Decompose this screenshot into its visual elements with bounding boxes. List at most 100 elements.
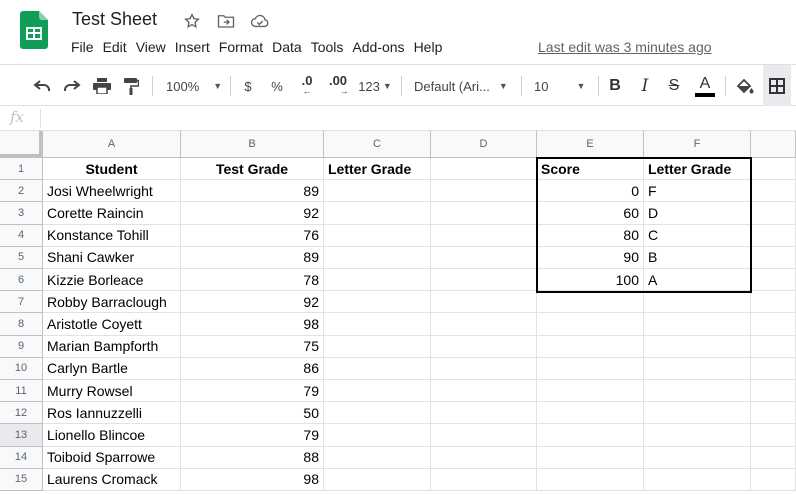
row-header-5[interactable]: 5	[0, 246, 43, 269]
cell-e13[interactable]	[537, 424, 644, 447]
cloud-status-icon[interactable]	[249, 11, 271, 31]
cell-e2[interactable]: 0	[537, 180, 644, 203]
menu-file[interactable]: File	[70, 39, 100, 55]
cell-b8[interactable]: 98	[181, 313, 324, 336]
cell-d7[interactable]	[431, 291, 537, 314]
cell-e4[interactable]: 80	[537, 224, 644, 247]
cell-c8[interactable]	[324, 313, 431, 336]
cell-d6[interactable]	[431, 269, 537, 292]
column-header-e[interactable]: E	[537, 131, 644, 158]
percent-format-button[interactable]: %	[267, 65, 287, 107]
menu-help[interactable]: Help	[413, 39, 449, 55]
currency-format-button[interactable]: $	[238, 65, 258, 107]
cell-d11[interactable]	[431, 380, 537, 403]
cell-a4[interactable]: Konstance Tohill	[43, 224, 181, 247]
cell-c12[interactable]	[324, 402, 431, 425]
menu-format[interactable]: Format	[218, 39, 269, 55]
row-header-9[interactable]: 9	[0, 335, 43, 358]
cell-e5[interactable]: 90	[537, 246, 644, 269]
menu-data[interactable]: Data	[271, 39, 308, 55]
menu-insert[interactable]: Insert	[174, 39, 216, 55]
row-header-15[interactable]: 15	[0, 468, 43, 491]
cell-b12[interactable]: 50	[181, 402, 324, 425]
cell-f10[interactable]	[644, 357, 751, 380]
cell-c7[interactable]	[324, 291, 431, 314]
row-header-11[interactable]: 11	[0, 380, 43, 403]
print-icon[interactable]	[90, 65, 114, 107]
italic-button[interactable]: I	[634, 65, 656, 107]
cell-e9[interactable]	[537, 335, 644, 358]
undo-icon[interactable]	[30, 65, 54, 107]
cell-c4[interactable]	[324, 224, 431, 247]
cell-b13[interactable]: 79	[181, 424, 324, 447]
cell-e10[interactable]	[537, 357, 644, 380]
column-header-c[interactable]: C	[324, 131, 431, 158]
column-header-b[interactable]: B	[181, 131, 324, 158]
cell-b1[interactable]: Test Grade	[181, 158, 324, 181]
cell-a7[interactable]: Robby Barraclough	[43, 291, 181, 314]
cell-c10[interactable]	[324, 357, 431, 380]
cell-d3[interactable]	[431, 202, 537, 225]
font-size-select[interactable]: 10 ▼	[528, 65, 592, 107]
cell-d1[interactable]	[431, 158, 537, 181]
row-header-2[interactable]: 2	[0, 180, 43, 203]
cell-d12[interactable]	[431, 402, 537, 425]
cell-c13[interactable]	[324, 424, 431, 447]
fill-color-icon[interactable]	[733, 65, 757, 107]
cell-b11[interactable]: 79	[181, 380, 324, 403]
cell-b9[interactable]: 75	[181, 335, 324, 358]
column-header-f[interactable]: F	[644, 131, 751, 158]
cell-f7[interactable]	[644, 291, 751, 314]
increase-decimals-button[interactable]: .00 →	[324, 65, 352, 107]
row-header-6[interactable]: 6	[0, 269, 43, 292]
borders-icon[interactable]	[763, 65, 791, 107]
cell-f13[interactable]	[644, 424, 751, 447]
cell-b2[interactable]: 89	[181, 180, 324, 203]
cell-d5[interactable]	[431, 246, 537, 269]
cell-d9[interactable]	[431, 335, 537, 358]
cell-f12[interactable]	[644, 402, 751, 425]
cell-a5[interactable]: Shani Cawker	[43, 246, 181, 269]
bold-button[interactable]: B	[604, 65, 626, 107]
cell-d13[interactable]	[431, 424, 537, 447]
last-edit-link[interactable]: Last edit was 3 minutes ago	[538, 39, 712, 55]
cell-f14[interactable]	[644, 446, 751, 469]
cell-f3[interactable]: D	[644, 202, 751, 225]
cell-b7[interactable]: 92	[181, 291, 324, 314]
cell-f15[interactable]	[644, 468, 751, 491]
cell-c5[interactable]	[324, 246, 431, 269]
cell-a2[interactable]: Josi Wheelwright	[43, 180, 181, 203]
cell-f5[interactable]: B	[644, 246, 751, 269]
cell-f4[interactable]: C	[644, 224, 751, 247]
cell-f1[interactable]: Letter Grade	[644, 158, 751, 181]
cell-d8[interactable]	[431, 313, 537, 336]
cell-d10[interactable]	[431, 357, 537, 380]
menu-addons[interactable]: Add-ons	[351, 39, 410, 55]
cell-e8[interactable]	[537, 313, 644, 336]
cell-b4[interactable]: 76	[181, 224, 324, 247]
cell-e12[interactable]	[537, 402, 644, 425]
row-header-1[interactable]: 1	[0, 158, 43, 181]
cell-a1[interactable]: Student	[43, 158, 181, 181]
cell-a6[interactable]: Kizzie Borleace	[43, 269, 181, 292]
cell-b5[interactable]: 89	[181, 246, 324, 269]
column-header-a[interactable]: A	[43, 131, 181, 158]
cell-d2[interactable]	[431, 180, 537, 203]
row-header-4[interactable]: 4	[0, 224, 43, 247]
cell-d14[interactable]	[431, 446, 537, 469]
cell-c11[interactable]	[324, 380, 431, 403]
cell-c14[interactable]	[324, 446, 431, 469]
cell-a8[interactable]: Aristotle Coyett	[43, 313, 181, 336]
cell-e7[interactable]	[537, 291, 644, 314]
cell-f11[interactable]	[644, 380, 751, 403]
cell-c3[interactable]	[324, 202, 431, 225]
row-header-8[interactable]: 8	[0, 313, 43, 336]
cell-a9[interactable]: Marian Bampforth	[43, 335, 181, 358]
cell-a3[interactable]: Corette Raincin	[43, 202, 181, 225]
redo-icon[interactable]	[60, 65, 84, 107]
cell-c1[interactable]: Letter Grade	[324, 158, 431, 181]
cell-c9[interactable]	[324, 335, 431, 358]
cell-e11[interactable]	[537, 380, 644, 403]
strikethrough-button[interactable]: S	[663, 65, 685, 107]
paint-format-icon[interactable]	[120, 65, 142, 107]
